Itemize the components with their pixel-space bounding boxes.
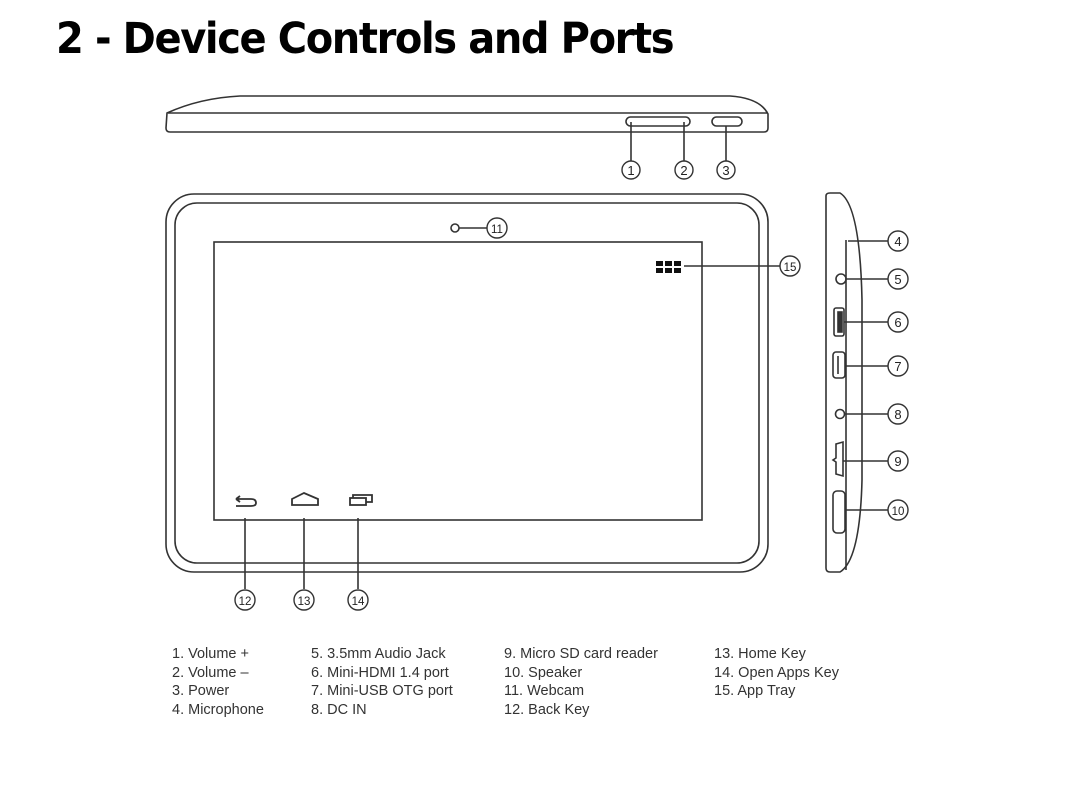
callout-6: 6	[887, 311, 909, 333]
legend-column-4: 13. Home Key 14. Open Apps Key 15. App T…	[714, 645, 839, 701]
legend-item: 5. 3.5mm Audio Jack	[311, 646, 446, 662]
legend-item: 13. Home Key	[714, 646, 806, 662]
legend-item: 1. Volume +	[172, 646, 249, 662]
svg-text:5: 5	[894, 272, 901, 287]
legend-column-2: 5. 3.5mm Audio Jack 6. Mini-HDMI 1.4 por…	[311, 645, 453, 720]
callout-15: 15	[779, 255, 801, 277]
svg-text:4: 4	[894, 234, 901, 249]
svg-text:7: 7	[894, 359, 901, 374]
svg-text:15: 15	[784, 262, 797, 274]
legend-item: 2. Volume –	[172, 664, 249, 681]
callout-11: 11	[486, 217, 508, 239]
legend-item: 8. DC IN	[311, 702, 367, 719]
legend-item: 6. Mini-HDMI 1.4 port	[311, 664, 449, 681]
callout-7: 7	[887, 355, 909, 377]
legend-column-1: 1. Volume + 2. Volume – 3. Power 4. Micr…	[172, 645, 264, 720]
webcam-icon	[450, 223, 460, 233]
speaker-grille	[832, 490, 846, 534]
legend-item: 3. Power	[172, 683, 230, 700]
top-edge-view	[165, 95, 769, 161]
callout-13: 13	[293, 589, 315, 611]
legend-item: 10. Speaker	[504, 664, 583, 681]
svg-text:6: 6	[894, 315, 901, 330]
screen	[213, 241, 703, 521]
volume-rocker	[625, 116, 691, 127]
svg-text:13: 13	[298, 596, 311, 608]
home-icon	[291, 492, 319, 506]
legend-item: 4. Microphone	[172, 702, 264, 719]
callout-8: 8	[887, 403, 909, 425]
svg-text:11: 11	[491, 224, 503, 236]
callout-4: 4	[887, 230, 909, 252]
audio-jack	[835, 273, 847, 285]
svg-text:3: 3	[722, 163, 729, 178]
legend-column-3: 9. Micro SD card reader 10. Speaker 11. …	[504, 645, 658, 720]
legend-item: 15. App Tray	[714, 683, 796, 700]
legend-item: 14. Open Apps Key	[714, 664, 839, 681]
power-button	[711, 116, 743, 127]
dc-in-port	[834, 408, 846, 420]
callout-2: 2	[674, 160, 694, 180]
callout-9: 9	[887, 450, 909, 472]
callout-1: 1	[621, 160, 641, 180]
callout-12: 12	[234, 589, 256, 611]
recent-apps-icon	[349, 494, 373, 506]
svg-text:14: 14	[352, 596, 365, 608]
callout-14: 14	[347, 589, 369, 611]
front-view	[165, 193, 780, 589]
callout-5: 5	[887, 268, 909, 290]
legend-item: 11. Webcam	[504, 683, 585, 700]
svg-text:8: 8	[894, 407, 901, 422]
legend-item: 12. Back Key	[504, 702, 590, 719]
svg-text:2: 2	[680, 163, 687, 178]
svg-text:12: 12	[239, 596, 252, 608]
mini-usb-port	[832, 351, 846, 379]
right-side-view	[825, 192, 888, 573]
legend-item: 9. Micro SD card reader	[504, 646, 658, 662]
svg-text:1: 1	[627, 163, 634, 178]
svg-text:9: 9	[894, 454, 901, 469]
svg-text:10: 10	[892, 506, 905, 518]
app-grid-icon	[656, 261, 681, 273]
micro-sd-slot	[831, 440, 844, 478]
legend-item: 7. Mini-USB OTG port	[311, 683, 453, 700]
back-arrow-icon	[235, 495, 257, 507]
callout-10: 10	[887, 499, 909, 521]
callout-3: 3	[716, 160, 736, 180]
